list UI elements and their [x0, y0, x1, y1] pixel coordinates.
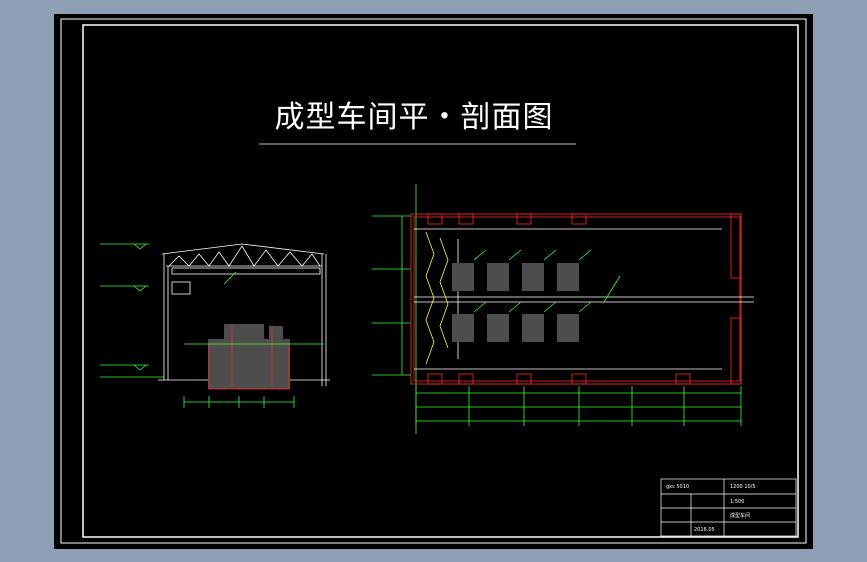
title-block-cell: gxs 5010 — [666, 484, 690, 490]
title-block-cell: 1:500 — [730, 499, 745, 505]
section-view — [100, 243, 330, 408]
title-block-cell: 2016.05 — [694, 527, 715, 533]
title-block-cell: 成型车间 — [730, 513, 751, 519]
plan-view — [372, 184, 754, 434]
title-block-cell: 1200 10/5 — [730, 484, 756, 490]
cad-viewport[interactable]: 成型车间平・剖面图 gxs 5010 1200 10/5 1:500 成型车间 … — [54, 14, 813, 549]
drawing-title: 成型车间平・剖面图 — [274, 100, 554, 135]
